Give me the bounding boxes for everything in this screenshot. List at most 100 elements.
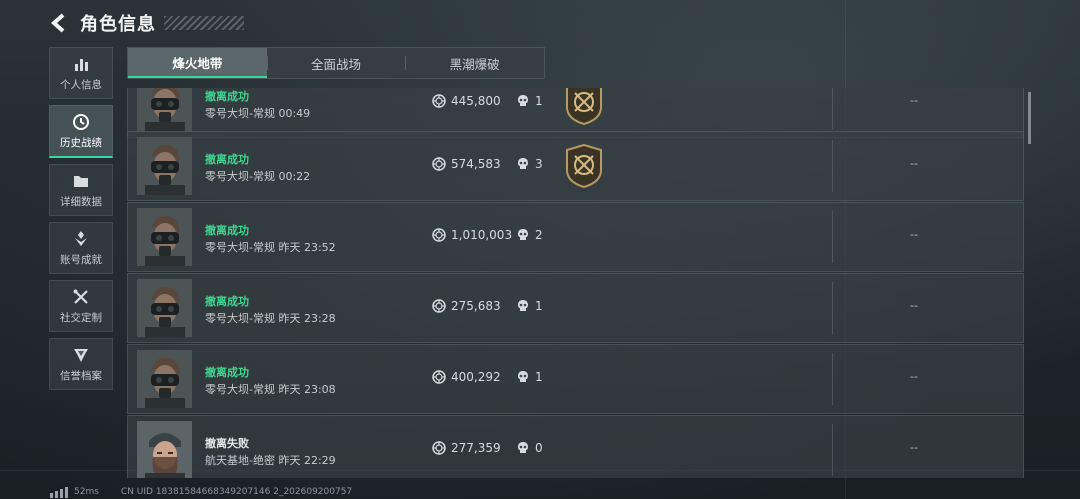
- operator-avatar: [137, 137, 192, 195]
- column-divider: [832, 353, 833, 405]
- skull-icon: [518, 300, 528, 311]
- kill-count-text: 0: [535, 441, 543, 455]
- match-record-row[interactable]: 撤离失败航天基地-绝密 昨天 22:29 277,359 0 --: [127, 415, 1024, 478]
- loot-value: 400,292: [432, 370, 501, 384]
- operator-avatar: [137, 350, 192, 408]
- sidebar-item-label: 社交定制: [60, 311, 102, 324]
- extra-stat: --: [910, 441, 918, 454]
- tab-warfare[interactable]: 全面战场: [266, 48, 406, 78]
- sidebar-item-label: 个人信息: [60, 78, 102, 91]
- sidebar-item-label: 历史战绩: [60, 136, 102, 149]
- operator-avatar: [137, 88, 192, 132]
- extra-stat: --: [910, 228, 918, 241]
- column-divider: [832, 140, 833, 192]
- coin-icon: [432, 94, 446, 108]
- operator-avatar: [137, 279, 192, 337]
- map-and-time: 零号大坝-常规 昨天 23:08: [205, 383, 336, 396]
- extra-stat: --: [910, 94, 918, 107]
- column-divider: [832, 211, 833, 263]
- tab-haavk[interactable]: 烽火地带: [128, 48, 267, 78]
- extraction-status: 撤离成功: [205, 90, 249, 103]
- skull-icon: [518, 371, 528, 382]
- medal-icon: [566, 144, 602, 188]
- sidebar-item-history[interactable]: 历史战绩: [49, 105, 113, 158]
- sidebar-item-social[interactable]: 社交定制: [49, 280, 113, 332]
- sidebar-item-label: 详细数据: [60, 195, 102, 208]
- skull-icon: [518, 442, 528, 453]
- map-and-time: 航天基地-绝密 昨天 22:29: [205, 454, 336, 467]
- loot-value-text: 574,583: [451, 157, 501, 171]
- kill-count: 2: [516, 228, 543, 242]
- achievement-icon: [75, 230, 87, 246]
- kill-count-text: 1: [535, 94, 543, 108]
- skull-icon: [518, 229, 528, 240]
- loot-value-text: 445,800: [451, 94, 501, 108]
- loot-value-text: 275,683: [451, 299, 501, 313]
- map-and-time: 零号大坝-常规 00:22: [205, 170, 311, 183]
- tab-blackout[interactable]: 黑潮爆破: [405, 48, 544, 78]
- extraction-status: 撤离成功: [205, 295, 249, 308]
- column-divider: [832, 88, 833, 129]
- loot-value: 445,800: [432, 94, 501, 108]
- loot-value: 574,583: [432, 157, 501, 171]
- loot-value-text: 1,010,003: [451, 228, 513, 242]
- extraction-status: 撤离成功: [205, 153, 249, 166]
- uid-text: CN UID 18381584668349207146 2_2026092007…: [120, 487, 353, 497]
- sidebar-item-achievements[interactable]: 账号成就: [49, 222, 113, 274]
- sidebar-item-label: 账号成就: [60, 253, 102, 266]
- kill-count-text: 1: [535, 370, 543, 384]
- medal-icon: [566, 88, 602, 125]
- kill-count-text: 2: [535, 228, 543, 242]
- loot-value: 1,010,003: [432, 228, 512, 242]
- kill-count: 1: [516, 299, 543, 313]
- kill-count: 1: [516, 370, 543, 384]
- sidebar-item-reputation[interactable]: 信誉档案: [49, 338, 113, 390]
- sidebar-item-personal-info[interactable]: 个人信息: [49, 47, 113, 99]
- coin-icon: [432, 157, 446, 171]
- mode-tabs: 烽火地带 全面战场 黑潮爆破: [127, 47, 545, 79]
- sidebar-item-label: 信誉档案: [60, 369, 102, 382]
- title-decoration: [164, 16, 244, 30]
- extraction-status: 撤离成功: [205, 224, 249, 237]
- bar-chart-icon: [75, 58, 88, 71]
- coin-icon: [432, 441, 446, 455]
- map-and-time: 零号大坝-常规 昨天 23:28: [205, 312, 336, 325]
- match-record-row[interactable]: 撤离成功零号大坝-常规 00:22 574,583 3 --: [127, 131, 1024, 201]
- column-divider: [832, 424, 833, 476]
- skull-icon: [518, 158, 528, 169]
- kill-count: 0: [516, 441, 543, 455]
- operator-avatar: [137, 421, 192, 478]
- folder-icon: [74, 175, 88, 187]
- scrollbar[interactable]: [1028, 92, 1031, 144]
- extraction-status: 撤离成功: [205, 366, 249, 379]
- coin-icon: [432, 228, 446, 242]
- badge-icon: [74, 348, 88, 362]
- match-record-row[interactable]: 撤离成功零号大坝-常规 昨天 23:52 1,010,003 2 --: [127, 202, 1024, 272]
- sidebar-item-detail-data[interactable]: 详细数据: [49, 164, 113, 216]
- kill-count: 1: [516, 94, 543, 108]
- loot-value: 275,683: [432, 299, 501, 313]
- page-title: 角色信息: [80, 14, 156, 35]
- operator-avatar: [137, 208, 192, 266]
- battery-icon: [50, 486, 68, 498]
- match-record-row[interactable]: 撤离成功零号大坝-常规 昨天 23:08 400,292 1 --: [127, 344, 1024, 414]
- loot-value-text: 277,359: [451, 441, 501, 455]
- loot-value: 277,359: [432, 441, 501, 455]
- extraction-status: 撤离失败: [205, 437, 249, 450]
- extra-stat: --: [910, 370, 918, 383]
- skull-icon: [518, 95, 528, 106]
- loot-value-text: 400,292: [451, 370, 501, 384]
- back-button[interactable]: [46, 10, 72, 36]
- match-history-list[interactable]: 撤离成功 零号大坝-常规 00:49 445,800 1 -- 撤离成功 零号大坝-常规 0…: [127, 88, 1024, 478]
- map-and-time: 零号大坝-常规 00:49: [205, 107, 311, 120]
- back-arrow-icon: [50, 13, 65, 33]
- coin-icon: [432, 370, 446, 384]
- kill-count-text: 3: [535, 157, 543, 171]
- extra-stat: --: [910, 157, 918, 170]
- map-and-time: 零号大坝-常规 昨天 23:52: [205, 241, 336, 254]
- sidebar: 个人信息 历史战绩 详细数据 账号成就 社交定制 信誉档案: [49, 47, 113, 396]
- coin-icon: [432, 299, 446, 313]
- match-record-row[interactable]: 撤离成功零号大坝-常规 昨天 23:28 275,683 1 --: [127, 273, 1024, 343]
- extra-stat: --: [910, 299, 918, 312]
- kill-count: 3: [516, 157, 543, 171]
